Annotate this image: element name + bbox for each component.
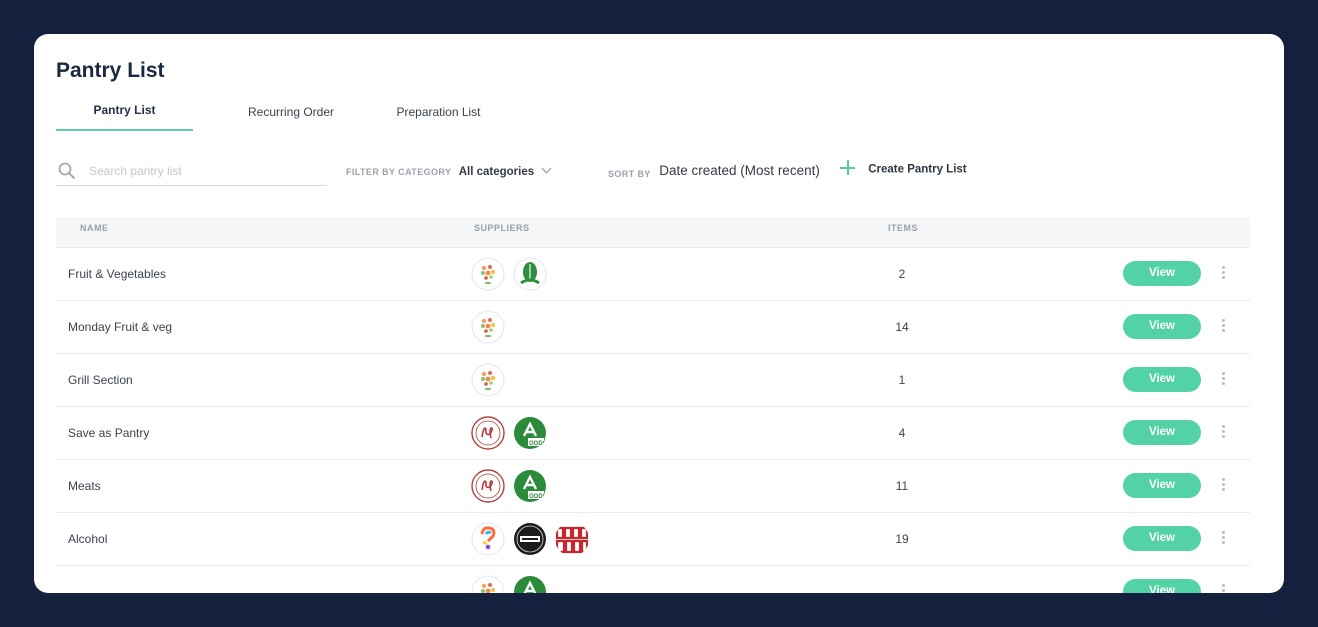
search-input[interactable] — [89, 161, 319, 181]
view-button[interactable]: View — [1123, 473, 1201, 498]
fruit-supplier-logo — [471, 310, 505, 344]
a-foods-supplier-logo: OODS — [513, 416, 547, 450]
table-header: NAME SUPPLIERS ITEMS — [56, 217, 1250, 248]
fruit-supplier-logo — [471, 257, 505, 291]
table-row: Save as Pantry OODS 4 View — [56, 407, 1250, 460]
create-pantry-list-label: Create Pantry List — [868, 163, 967, 176]
toolbar: FILTER BY CATEGORY All categories SORT B… — [56, 158, 1254, 188]
table-row: Alcohol 19 View — [56, 513, 1250, 566]
pantry-name: Grill Section — [68, 373, 133, 387]
item-count: 19 — [895, 532, 909, 546]
tab-preparation-list[interactable]: Preparation List — [356, 96, 521, 131]
filter-label: FILTER BY CATEGORY — [346, 167, 452, 177]
fruit-supplier-logo — [471, 363, 505, 397]
view-button[interactable]: View — [1123, 526, 1201, 551]
sort-control: SORT BY Date created (Most recent) — [608, 163, 819, 182]
pantry-name: Fruit & Vegetables — [68, 267, 167, 281]
table-row: OODS View — [56, 566, 1250, 593]
beer-cartel-supplier-logo — [513, 522, 547, 556]
lps-supplier-logo — [471, 469, 505, 503]
item-count: 4 — [898, 426, 906, 440]
view-button[interactable]: View — [1123, 314, 1201, 339]
pantry-name: Save as Pantry — [68, 426, 150, 440]
more-options-icon[interactable] — [1216, 370, 1230, 390]
more-options-icon[interactable] — [1216, 317, 1230, 337]
item-count: 1 — [898, 373, 906, 387]
view-button[interactable]: View — [1123, 261, 1201, 286]
search-box — [56, 158, 327, 186]
more-options-icon[interactable] — [1216, 529, 1230, 549]
pantry-card: Pantry List Pantry List Recurring Order … — [34, 34, 1284, 593]
category-filter[interactable]: FILTER BY CATEGORY All categories — [346, 163, 552, 178]
sort-select[interactable]: Date created (Most recent) — [659, 163, 819, 178]
column-header-name: NAME — [80, 223, 109, 233]
create-pantry-list-button[interactable]: Create Pantry List — [840, 160, 967, 177]
tab-recurring-order[interactable]: Recurring Order — [216, 96, 366, 131]
a-foods-supplier-logo: OODS — [513, 469, 547, 503]
filter-value: All categories — [458, 166, 535, 178]
tab-bar: Pantry List Recurring Order Preparation … — [56, 96, 1254, 131]
more-options-icon[interactable] — [1216, 423, 1230, 443]
view-button[interactable]: View — [1123, 420, 1201, 445]
colorful-question-supplier-logo — [471, 522, 505, 556]
red-text-supplier-logo — [555, 522, 589, 556]
search-icon — [58, 162, 75, 179]
more-options-icon[interactable] — [1216, 476, 1230, 496]
table-row: Grill Section 1 View — [56, 354, 1250, 407]
view-button[interactable]: View — [1123, 579, 1201, 593]
lps-supplier-logo — [471, 416, 505, 450]
column-header-items: ITEMS — [888, 223, 919, 233]
green-leaf-supplier-logo — [513, 257, 547, 291]
table-row: Monday Fruit & veg 14 View — [56, 301, 1250, 354]
svg-text:OODS: OODS — [529, 494, 547, 500]
a-foods-supplier-logo: OODS — [513, 575, 547, 593]
table-body: Fruit & Vegetables 2 View Monday Fruit & ve… — [56, 248, 1250, 593]
tab-pantry-list[interactable]: Pantry List — [56, 96, 193, 131]
pantry-name: Meats — [68, 479, 101, 493]
item-count: 11 — [895, 479, 909, 493]
svg-text:OODS: OODS — [529, 441, 547, 447]
more-options-icon[interactable] — [1216, 264, 1230, 284]
sort-label: SORT BY — [608, 169, 651, 179]
pantry-name: Monday Fruit & veg — [68, 320, 173, 334]
table-row: Meats OODS 11 View — [56, 460, 1250, 513]
pantry-name: Alcohol — [68, 532, 108, 546]
item-count: 14 — [895, 320, 909, 334]
plus-icon — [840, 160, 855, 175]
fruit-supplier-logo — [471, 575, 505, 593]
view-button[interactable]: View — [1123, 367, 1201, 392]
pantry-table: NAME SUPPLIERS ITEMS Fruit & Vegetables 2… — [56, 217, 1250, 593]
column-header-suppliers: SUPPLIERS — [474, 223, 530, 233]
chevron-down-icon — [542, 163, 552, 174]
table-row: Fruit & Vegetables 2 View — [56, 248, 1250, 301]
more-options-icon[interactable] — [1216, 582, 1230, 593]
item-count: 2 — [898, 267, 906, 281]
page-title: Pantry List — [56, 59, 165, 82]
